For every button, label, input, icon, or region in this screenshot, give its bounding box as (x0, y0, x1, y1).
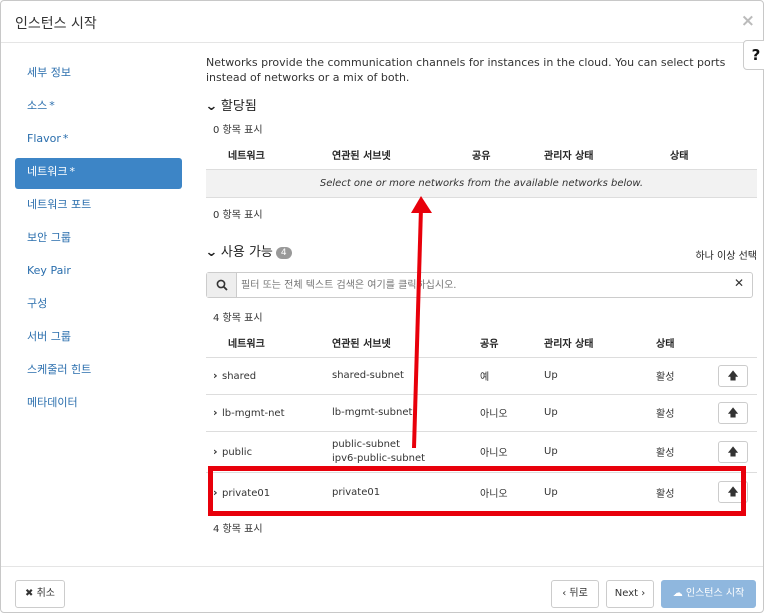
annotation-arrow (411, 196, 432, 449)
